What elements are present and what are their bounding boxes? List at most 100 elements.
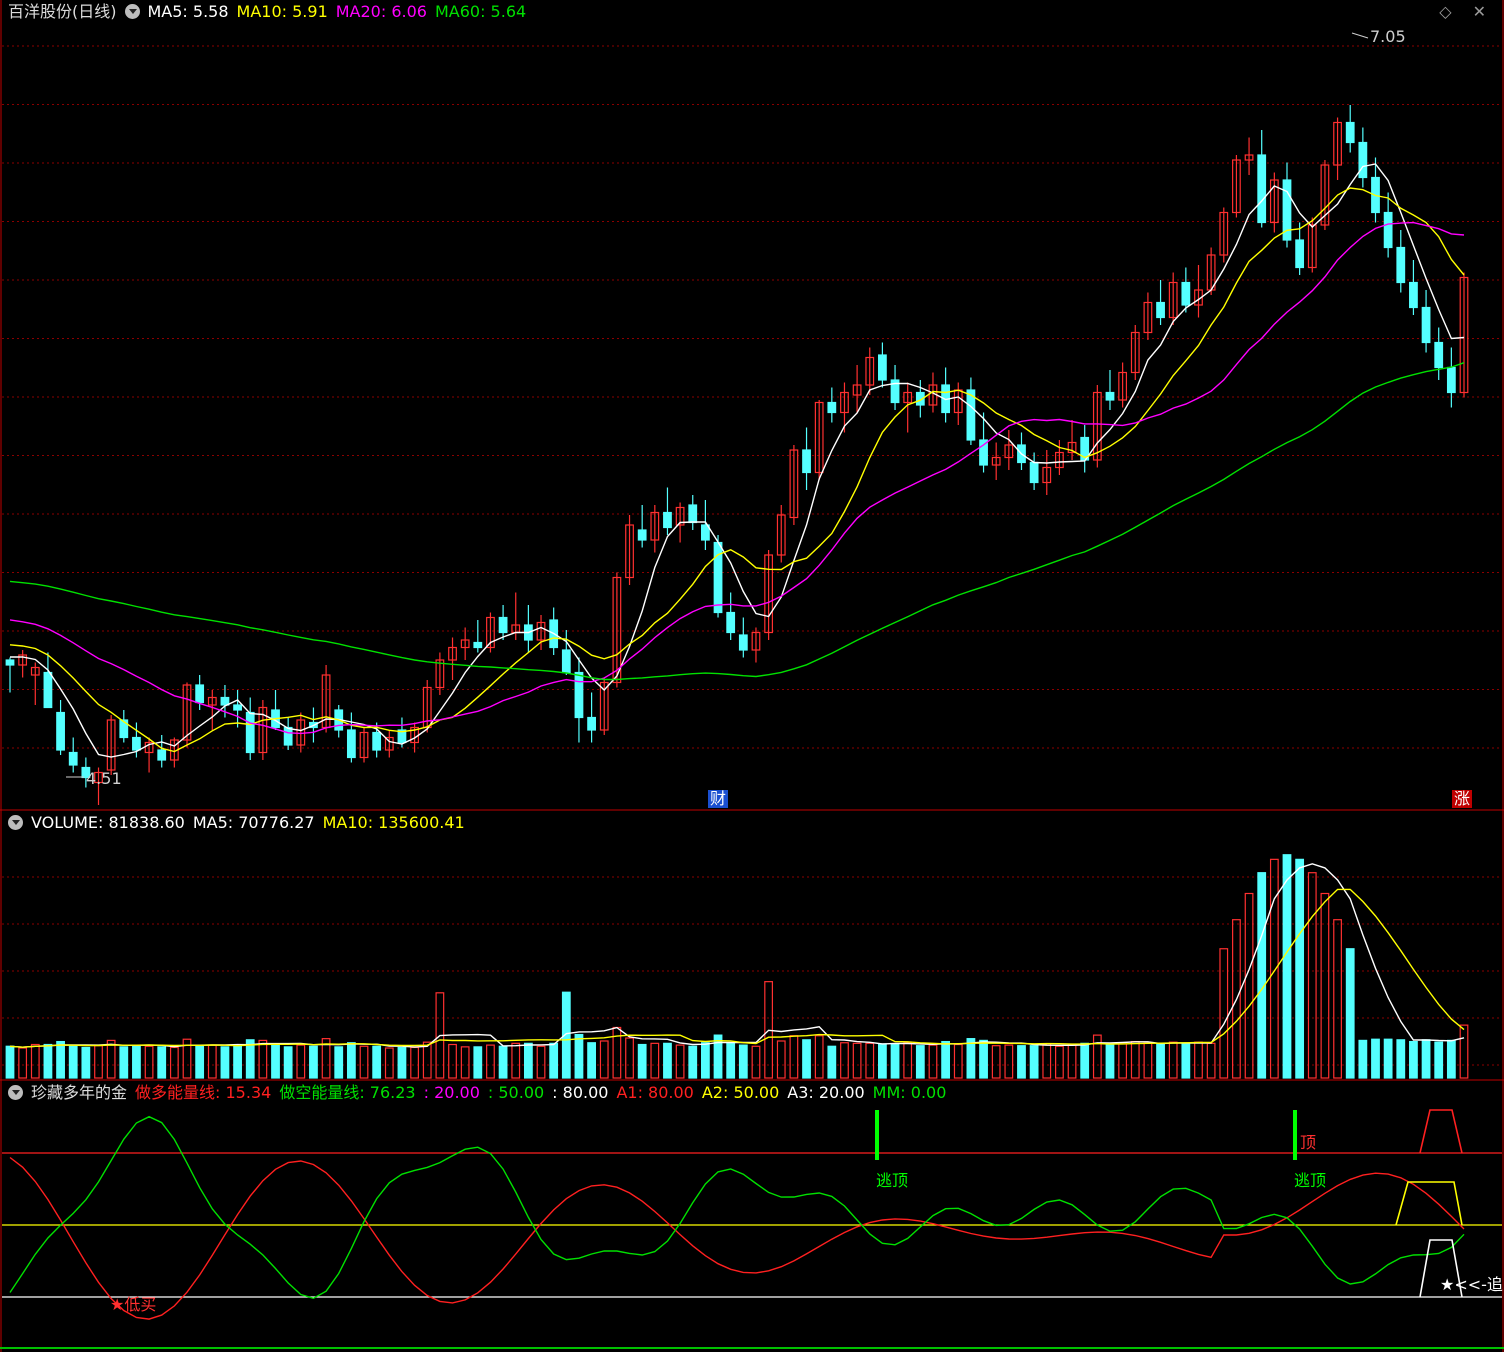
- volume-bar: [751, 1045, 761, 1079]
- volume-bar: [346, 1042, 356, 1079]
- volume-bar: [43, 1043, 53, 1079]
- volume-value-0: VOLUME: 81838.60: [31, 813, 185, 832]
- candle-body: [220, 696, 230, 706]
- finance-marker[interactable]: 财: [708, 790, 729, 808]
- energy-value-5: A1: 80.00: [616, 1083, 694, 1102]
- energy-value-2: : 20.00: [423, 1083, 480, 1102]
- volume-bar: [587, 1042, 596, 1079]
- candle-body: [473, 641, 483, 649]
- volume-bar: [1383, 1038, 1393, 1079]
- volume-indicator-values: VOLUME: 81838.60 MA5: 70776.27 MA10: 13560…: [31, 813, 473, 832]
- candle-body: [1396, 246, 1406, 284]
- volume-bar: [599, 1040, 609, 1079]
- candle-body: [56, 711, 65, 751]
- volume-bar: [915, 1045, 925, 1079]
- volume-bar: [410, 1046, 419, 1079]
- volume-bar: [1067, 1044, 1077, 1079]
- volume-bar: [144, 1045, 154, 1079]
- energy-value-3: : 50.00: [487, 1083, 545, 1102]
- energy-value-0: 做多能量线: 15.34: [135, 1083, 272, 1102]
- price-panel-header: 百洋股份(日线) MA5: 5.58 MA10: 5.91 MA20: 6.06 MA6…: [8, 0, 542, 24]
- limit-up-marker[interactable]: 涨: [1452, 790, 1473, 808]
- candle-body: [157, 749, 167, 761]
- volume-bar: [195, 1045, 205, 1079]
- candle-body: [132, 736, 141, 751]
- volume-bar: [1156, 1043, 1165, 1079]
- stock-title: 百洋股份(日线): [8, 2, 117, 21]
- volume-bar: [1333, 919, 1342, 1079]
- candle-body: [1105, 391, 1115, 401]
- window-controls[interactable]: ◇ ✕: [1439, 2, 1494, 21]
- chart-canvas[interactable]: [0, 0, 1504, 1352]
- candle-body: [1383, 211, 1393, 249]
- volume-bar: [220, 1046, 230, 1079]
- volume-bar: [397, 1046, 407, 1079]
- volume-bar: [675, 1044, 685, 1079]
- stock-chart-window[interactable]: 百洋股份(日线) MA5: 5.58 MA10: 5.91 MA20: 6.06 MA6…: [0, 0, 1504, 1352]
- candle-body: [587, 716, 596, 731]
- volume-menu-icon[interactable]: [8, 815, 23, 830]
- candle-body: [637, 529, 647, 541]
- candle-body: [245, 711, 255, 754]
- volume-value-1: MA5: 70776.27: [192, 813, 315, 832]
- energy-value-8: MM: 0.00: [872, 1083, 947, 1102]
- volume-bar: [1434, 1041, 1444, 1079]
- volume-bar: [258, 1039, 268, 1079]
- candle-body: [1358, 141, 1368, 179]
- ma10-line: [9, 187, 1465, 753]
- indicator-panel-menu-icon[interactable]: [8, 1085, 23, 1100]
- candle-body: [738, 634, 748, 651]
- candle-body: [1446, 366, 1456, 394]
- volume-bar: [865, 1042, 875, 1079]
- volume-bar: [296, 1044, 306, 1079]
- volume-bar: [663, 1042, 672, 1079]
- volume-bar: [1181, 1043, 1191, 1079]
- candle-body: [1295, 239, 1305, 269]
- indicator-menu-icon[interactable]: [124, 4, 140, 19]
- volume-bar: [18, 1047, 28, 1079]
- candle-body: [979, 439, 988, 466]
- signal-low-buy: ★低买: [110, 1295, 157, 1314]
- volume-bar: [1130, 1040, 1140, 1079]
- volume-bar: [966, 1038, 976, 1079]
- volume-bar: [486, 1044, 495, 1079]
- volume-bar: [1244, 892, 1254, 1079]
- candle-body: [1156, 301, 1165, 319]
- volume-bar: [271, 1044, 280, 1079]
- volume-ma10-line: [9, 888, 1465, 1048]
- volume-bar: [1295, 858, 1305, 1079]
- volume-bar: [536, 1045, 546, 1079]
- candle-body: [43, 671, 53, 709]
- volume-bar: [625, 1037, 634, 1079]
- volume-bar: [1143, 1042, 1153, 1079]
- candle-body: [726, 611, 736, 634]
- volume-bar: [207, 1044, 217, 1079]
- volume-bar: [941, 1040, 951, 1079]
- candle-body: [372, 731, 382, 751]
- volume-bar: [1459, 1024, 1469, 1079]
- candle-body: [1257, 154, 1267, 224]
- volume-bar: [574, 1033, 584, 1079]
- ma5-line: [10, 163, 1465, 758]
- candle-body: [68, 751, 78, 766]
- candle-body: [195, 684, 205, 704]
- candle-body: [5, 659, 15, 666]
- volume-bar: [372, 1045, 382, 1079]
- volume-bar: [81, 1046, 91, 1079]
- energy-value-6: A2: 50.00: [701, 1083, 780, 1102]
- candle-body: [574, 671, 584, 719]
- volume-bar: [1206, 1042, 1216, 1079]
- volume-bar: [991, 1045, 1001, 1079]
- volume-bar: [1055, 1045, 1064, 1079]
- volume-bar: [979, 1039, 988, 1079]
- volume-bar: [94, 1045, 103, 1079]
- a1-step: [1419, 1109, 1463, 1154]
- high-pointer: [1351, 32, 1369, 39]
- ma-value-0: MA5: 5.58: [147, 2, 229, 21]
- volume-ma5-line: [9, 863, 1465, 1048]
- volume-bar: [1345, 948, 1355, 1079]
- energy-value-7: A3: 20.00: [787, 1083, 865, 1102]
- volume-bar: [233, 1045, 242, 1079]
- volume-bar: [30, 1043, 40, 1079]
- energy-indicator-values: 做多能量线: 15.34 做空能量线: 76.23: 20.00: 50.00: …: [135, 1083, 954, 1102]
